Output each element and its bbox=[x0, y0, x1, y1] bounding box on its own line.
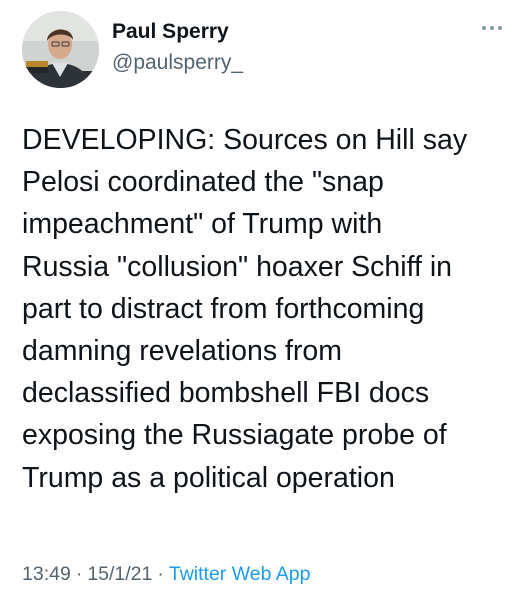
avatar-photo bbox=[22, 11, 99, 88]
author-handle[interactable]: @paulsperry_ bbox=[112, 51, 243, 75]
tweet-text-line: impeachment" of Trump with bbox=[22, 208, 383, 241]
tweet-text-line: Trump as a political operation bbox=[22, 461, 395, 494]
tweet-text-line: declassified bombshell FBI docs bbox=[22, 377, 430, 410]
avatar[interactable] bbox=[22, 11, 99, 88]
tweet-text-line: part to distract from forthcoming bbox=[22, 292, 425, 325]
tweet-text-line: exposing the Russiagate probe of bbox=[22, 419, 447, 452]
author-name[interactable]: Paul Sperry bbox=[112, 20, 229, 44]
tweet-card: Paul Sperry @paulsperry_ DEVELOPING: Sou… bbox=[0, 0, 519, 600]
tweet-text-line: damning revelations from bbox=[22, 335, 342, 368]
tweet-source-link[interactable]: Twitter Web App bbox=[169, 563, 311, 585]
tweet-date[interactable]: 15/1/21 bbox=[87, 563, 152, 585]
tweet-text-line: DEVELOPING: Sources on Hill say bbox=[22, 124, 468, 156]
tweet-text-line: Russia "collusion" hoaxer Schiff in bbox=[22, 250, 453, 283]
more-horizontal-icon[interactable] bbox=[478, 20, 506, 36]
tweet-text: DEVELOPING: Sources on Hill say Pelosi c… bbox=[22, 119, 507, 499]
tweet-text-line: Pelosi coordinated the "snap bbox=[22, 166, 384, 199]
tweet-meta: 13:49 · 15/1/21 · Twitter Web App bbox=[22, 563, 311, 586]
meta-separator: · bbox=[157, 563, 164, 585]
meta-separator: · bbox=[75, 563, 83, 585]
tweet-time[interactable]: 13:49 bbox=[22, 563, 71, 585]
